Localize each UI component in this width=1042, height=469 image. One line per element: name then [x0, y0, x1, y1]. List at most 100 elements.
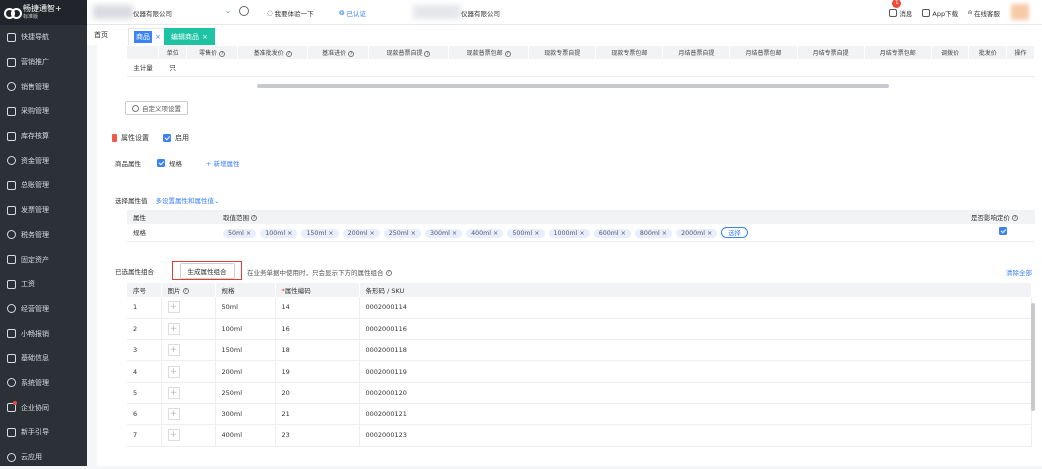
- sidebar-item[interactable]: 小畅报销: [0, 321, 87, 346]
- price-cell[interactable]: [528, 59, 596, 77]
- add-image-icon[interactable]: +: [167, 322, 180, 335]
- message-button[interactable]: 1 消息: [889, 0, 912, 18]
- value-chip[interactable]: 100ml ×: [260, 228, 298, 238]
- spec-checkbox[interactable]: [157, 159, 165, 167]
- tab-product[interactable]: 商品 ×: [128, 28, 167, 45]
- affects-pricing-checkbox[interactable]: [999, 227, 1007, 236]
- close-icon[interactable]: ×: [155, 33, 161, 41]
- clear-all-link[interactable]: 清除全部: [1006, 267, 1032, 277]
- value-chip[interactable]: 150ml ×: [301, 228, 339, 238]
- add-image-icon[interactable]: +: [167, 344, 180, 357]
- gear-icon: [132, 104, 139, 112]
- generate-combo-button[interactable]: 生成属性组合: [179, 262, 235, 279]
- certified-tag[interactable]: ❂ 已认证: [339, 8, 366, 18]
- sidebar-item[interactable]: 税务管理: [0, 223, 87, 248]
- switch-icon[interactable]: [239, 6, 249, 16]
- help-icon: ?: [182, 288, 189, 294]
- sidebar-item[interactable]: 资金管理: [0, 148, 87, 173]
- code-cell[interactable]: 23: [275, 424, 360, 447]
- sidebar-item[interactable]: 库存核算: [0, 124, 87, 149]
- value-chip[interactable]: 250ml ×: [383, 228, 421, 238]
- sidebar-item[interactable]: 基础信息: [0, 346, 87, 371]
- value-chip[interactable]: 200ml ×: [342, 228, 380, 238]
- sku-cell[interactable]: 0002000116: [359, 318, 1032, 341]
- logo[interactable]: 畅捷通智+ 标准版: [0, 0, 87, 25]
- price-cell[interactable]: [368, 59, 449, 77]
- price-cell[interactable]: [864, 59, 932, 77]
- sidebar-item[interactable]: 固定资产: [0, 247, 87, 272]
- select-chip-button[interactable]: 选择: [721, 226, 748, 238]
- add-image-icon[interactable]: +: [167, 301, 180, 314]
- feedback-link[interactable]: ◌ 我要体验一下: [267, 8, 314, 18]
- value-chip[interactable]: 400ml ×: [466, 228, 504, 238]
- add-image-icon[interactable]: +: [167, 365, 180, 378]
- add-image-icon[interactable]: +: [167, 408, 180, 421]
- sidebar-item[interactable]: 总账管理: [0, 173, 87, 198]
- value-chip[interactable]: 2000ml ×: [676, 228, 718, 238]
- price-cell[interactable]: [1006, 59, 1035, 77]
- price-cell[interactable]: [186, 59, 238, 77]
- sidebar-item[interactable]: 发票管理: [0, 198, 87, 223]
- tab-edit-product[interactable]: 编辑商品 ×: [164, 28, 215, 45]
- code-cell[interactable]: 21: [275, 403, 360, 426]
- sku-cell[interactable]: 0002000121: [359, 403, 1032, 426]
- sku-cell[interactable]: 0002000118: [359, 339, 1032, 362]
- sku-cell[interactable]: 0002000119: [359, 360, 1032, 383]
- price-cell[interactable]: [968, 59, 1007, 77]
- sidebar-item[interactable]: 工资: [0, 272, 87, 297]
- sku-cell[interactable]: 0002000114: [359, 297, 1032, 319]
- sidebar-item[interactable]: 新手引导: [0, 420, 87, 445]
- row-number: 7: [127, 424, 162, 447]
- marketing-icon: [7, 57, 16, 67]
- value-chip[interactable]: 1000ml ×: [548, 228, 590, 238]
- price-cell[interactable]: [662, 59, 730, 77]
- value-chip[interactable]: 500ml ×: [507, 228, 545, 238]
- online-service-button[interactable]: ⍝ 在线客服: [968, 8, 1000, 18]
- value-chip[interactable]: 600ml ×: [593, 228, 631, 238]
- sidebar-item[interactable]: 销售管理: [0, 74, 87, 99]
- enable-checkbox[interactable]: [163, 134, 171, 142]
- chevron-down-icon[interactable]: ⌄: [225, 7, 231, 15]
- sidebar-item[interactable]: 云应用: [0, 445, 87, 469]
- tab-home[interactable]: 首页: [94, 30, 108, 40]
- price-cell[interactable]: [729, 59, 798, 77]
- vertical-scrollbar[interactable]: [1031, 303, 1035, 411]
- avatar[interactable]: [1011, 4, 1029, 20]
- value-chip[interactable]: 50ml ×: [223, 228, 257, 238]
- price-cell[interactable]: [931, 59, 969, 77]
- price-cell[interactable]: [448, 59, 529, 77]
- code-cell[interactable]: 20: [275, 382, 360, 404]
- multi-attr-link[interactable]: 多设置属性和属性值⌄: [156, 195, 220, 205]
- home-icon: [7, 32, 16, 42]
- code-cell[interactable]: 14: [275, 297, 360, 319]
- price-cell[interactable]: [237, 59, 308, 77]
- sku-cell[interactable]: 0002000123: [359, 424, 1032, 447]
- value-chip[interactable]: 800ml ×: [634, 228, 673, 238]
- close-icon[interactable]: ×: [202, 33, 208, 41]
- horizontal-scrollbar[interactable]: [257, 84, 889, 88]
- add-image-icon[interactable]: +: [167, 429, 180, 442]
- add-attr-link[interactable]: + 新增属性: [206, 158, 240, 168]
- sidebar-item[interactable]: 经营管理: [0, 297, 87, 322]
- sidebar-item[interactable]: 营销推广: [0, 50, 87, 75]
- code-cell[interactable]: 19: [275, 360, 360, 383]
- help-icon: ?: [285, 50, 292, 57]
- price-col-header: 操作: [1006, 46, 1035, 59]
- pricing-col-header: 是否影响定价 ?: [965, 210, 1035, 224]
- sidebar-item[interactable]: 系统管理: [0, 371, 87, 396]
- custom-settings-button[interactable]: 自定义项设置: [125, 101, 188, 115]
- sidebar-item[interactable]: 采购管理: [0, 99, 87, 124]
- value-chip[interactable]: 300ml ×: [424, 228, 463, 238]
- sidebar-item[interactable]: 企业协同: [0, 395, 87, 420]
- code-cell[interactable]: 16: [275, 318, 360, 341]
- add-image-icon[interactable]: +: [167, 386, 180, 399]
- sidebar-item[interactable]: 快捷导航: [0, 25, 87, 50]
- code-cell[interactable]: 18: [275, 339, 360, 362]
- price-cell[interactable]: [797, 59, 865, 77]
- company-selector[interactable]: 仪器有限公司: [133, 8, 172, 18]
- app-download-button[interactable]: App下载: [922, 8, 958, 18]
- logo-icon: [4, 7, 22, 19]
- sku-cell[interactable]: 0002000120: [359, 382, 1032, 404]
- price-cell[interactable]: [307, 59, 369, 77]
- price-cell[interactable]: [595, 59, 663, 77]
